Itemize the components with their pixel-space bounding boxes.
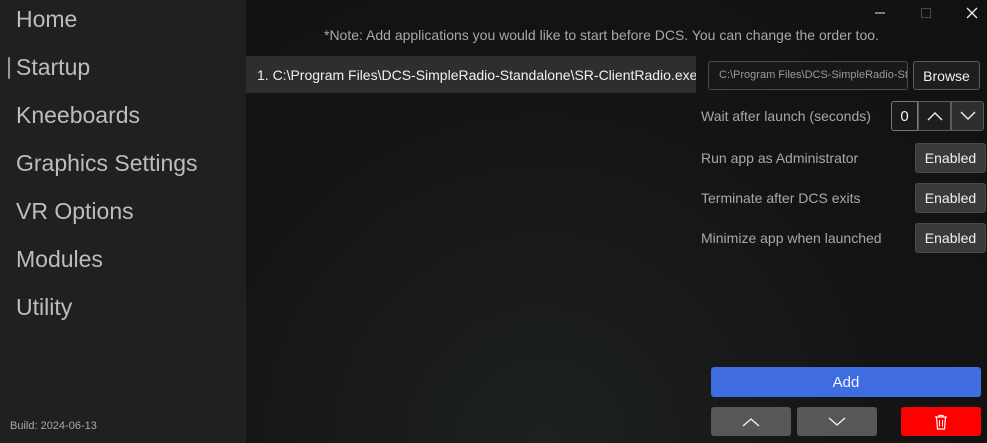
browse-button[interactable]: Browse: [913, 61, 980, 90]
wait-seconds-value[interactable]: 0: [891, 101, 918, 131]
app-path-field[interactable]: C:\Program Files\DCS-SimpleRadio-Standal…: [708, 61, 908, 90]
sidebar-item-home[interactable]: Home: [16, 6, 77, 33]
run-as-admin-toggle[interactable]: Enabled: [915, 143, 986, 173]
wait-decrement-button[interactable]: [951, 101, 984, 131]
add-button[interactable]: Add: [711, 367, 981, 397]
sidebar-item-startup[interactable]: Startup: [16, 54, 90, 81]
wait-after-launch-label: Wait after launch (seconds): [701, 108, 871, 124]
app-list-item[interactable]: 1. C:\Program Files\DCS-SimpleRadio-Stan…: [246, 56, 696, 93]
sidebar-item-modules[interactable]: Modules: [16, 246, 103, 273]
chevron-up-icon: [927, 112, 942, 121]
sidebar-item-vr-options[interactable]: VR Options: [16, 198, 134, 225]
close-button[interactable]: [950, 0, 987, 26]
chevron-down-icon: [960, 111, 975, 120]
run-as-admin-label: Run app as Administrator: [701, 150, 859, 166]
wait-increment-button[interactable]: [918, 101, 951, 131]
maximize-button[interactable]: [904, 0, 948, 26]
trash-icon: [935, 414, 947, 430]
close-icon: [966, 7, 978, 19]
minimize-when-launched-label: Minimize app when launched: [701, 230, 882, 246]
startup-note: *Note: Add applications you would like t…: [324, 27, 879, 43]
chevron-down-icon: [828, 416, 846, 426]
build-version: Build: 2024-06-13: [10, 420, 97, 432]
minimize-when-launched-toggle[interactable]: Enabled: [915, 223, 986, 253]
sidebar: Home Startup Kneeboards Graphics Setting…: [0, 0, 246, 443]
chevron-up-icon: [742, 417, 760, 427]
delete-button[interactable]: [901, 407, 981, 436]
sidebar-item-graphics-settings[interactable]: Graphics Settings: [16, 150, 198, 177]
maximize-icon: [921, 8, 931, 18]
minimize-button[interactable]: [858, 0, 902, 26]
sidebar-item-utility[interactable]: Utility: [16, 294, 72, 321]
terminate-after-dcs-toggle[interactable]: Enabled: [915, 183, 986, 213]
selected-indicator: [8, 57, 10, 79]
move-up-button[interactable]: [711, 407, 791, 436]
terminate-after-dcs-label: Terminate after DCS exits: [701, 190, 861, 206]
sidebar-item-kneeboards[interactable]: Kneeboards: [16, 102, 140, 129]
minimize-icon: [875, 12, 885, 14]
move-down-button[interactable]: [797, 407, 877, 436]
